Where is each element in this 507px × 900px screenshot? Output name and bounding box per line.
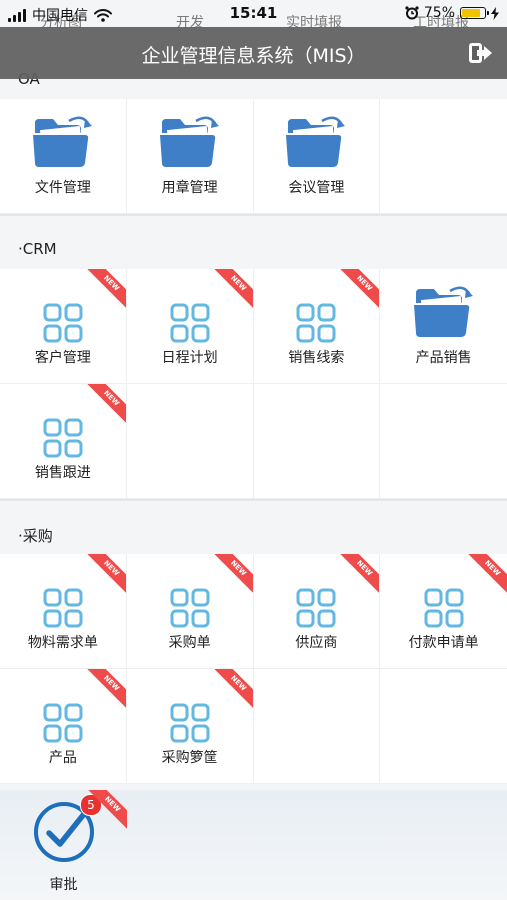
- battery-icon: [460, 7, 489, 19]
- menu-item-label: 文件管理: [34, 180, 91, 196]
- menu-item-label: 供应商: [295, 635, 338, 651]
- menu-item-label: 采购单: [168, 635, 211, 651]
- grid-icon: [43, 588, 83, 628]
- menu-item-purchase-order[interactable]: NEW 采购单: [126, 554, 254, 669]
- grid-icon: [170, 303, 210, 343]
- logout-icon[interactable]: [467, 41, 493, 65]
- menu-item-file-management[interactable]: 文件管理: [0, 99, 127, 214]
- folder-icon: [159, 116, 219, 167]
- new-ribbon: NEW: [84, 554, 126, 596]
- menu-item-product[interactable]: NEW 产品: [0, 669, 127, 784]
- empty-cell: [126, 384, 254, 499]
- status-bar: 中国电信 15:41 75%: [0, 0, 507, 28]
- menu-item-schedule-plan[interactable]: NEW 日程计划: [126, 269, 254, 384]
- grid-icon: [170, 588, 210, 628]
- empty-cell: [253, 384, 381, 499]
- menu-item-payment-request[interactable]: NEW 付款申请单: [380, 554, 507, 669]
- battery-percent: 75%: [423, 5, 455, 21]
- new-ribbon: NEW: [210, 269, 253, 311]
- new-ribbon: NEW: [210, 554, 253, 596]
- grid-icon: [43, 418, 83, 458]
- empty-cell: [380, 99, 507, 214]
- menu-item-label: 产品: [48, 750, 77, 766]
- approval-label: 审批: [49, 877, 78, 893]
- grid-icon: [296, 303, 336, 343]
- menu-item-label: 会议管理: [288, 180, 345, 196]
- approval-button[interactable]: 5 NEW 审批: [0, 790, 127, 900]
- new-ribbon: NEW: [84, 269, 126, 311]
- page-title: 企业管理信息系统（MIS）: [141, 45, 366, 67]
- new-ribbon: NEW: [337, 554, 380, 596]
- menu-item-label: 采购箩筐: [161, 750, 218, 766]
- menu-item-label: 物料需求单: [27, 635, 98, 651]
- new-ribbon: NEW: [465, 554, 507, 596]
- menu-item-material-requirement[interactable]: NEW 物料需求单: [0, 554, 127, 669]
- menu-item-sales-leads[interactable]: NEW 销售线索: [253, 269, 381, 384]
- menu-item-label: 付款申请单: [408, 635, 479, 651]
- section-title-crm: ·CRM: [18, 240, 57, 258]
- menu-item-sales-followup[interactable]: NEW 销售跟进: [0, 384, 127, 499]
- menu-item-purchase-basket[interactable]: NEW 采购箩筐: [126, 669, 254, 784]
- new-ribbon: NEW: [84, 384, 126, 426]
- folder-icon: [413, 286, 473, 337]
- app-header: 企业管理信息系统（MIS）: [0, 27, 507, 79]
- menu-item-label: 销售跟进: [34, 465, 91, 481]
- menu-item-customer-management[interactable]: NEW 客户管理: [0, 269, 127, 384]
- menu-item-label: 产品销售: [415, 350, 472, 366]
- empty-cell: [380, 384, 507, 499]
- grid-icon: [424, 588, 464, 628]
- grid-icon: [43, 703, 83, 743]
- new-ribbon: NEW: [84, 669, 126, 711]
- menu-item-supplier[interactable]: NEW 供应商: [253, 554, 381, 669]
- section-title-purchase: ·采购: [18, 527, 53, 545]
- grid-icon: [43, 303, 83, 343]
- bottom-bar: 5 NEW 审批: [0, 790, 507, 900]
- charging-icon: [491, 6, 499, 20]
- purchase-grid: NEW 物料需求单 NEW 采购单 NEW 供应商 NEW 付款申请单 NEW 产品 NE…: [0, 554, 507, 784]
- empty-cell: [253, 669, 381, 784]
- menu-item-seal-management[interactable]: 用章管理: [126, 99, 254, 214]
- menu-item-label: 销售线索: [288, 350, 345, 366]
- folder-icon: [32, 116, 92, 167]
- crm-grid: NEW 客户管理 NEW 日程计划 NEW 销售线索 产品销售 NEW 销售跟进: [0, 269, 507, 499]
- alarm-icon: [405, 6, 419, 20]
- section-divider: [0, 499, 507, 501]
- menu-item-label: 日程计划: [161, 350, 218, 366]
- new-ribbon: NEW: [210, 669, 253, 711]
- grid-icon: [296, 588, 336, 628]
- grid-icon: [170, 703, 210, 743]
- section-divider: [0, 214, 507, 216]
- folder-icon: [286, 116, 346, 167]
- new-ribbon: NEW: [337, 269, 380, 311]
- menu-item-product-sales[interactable]: 产品销售: [380, 269, 507, 384]
- oa-grid: 文件管理 用章管理 会议管理: [0, 99, 507, 214]
- menu-item-label: 客户管理: [34, 350, 91, 366]
- menu-item-label: 用章管理: [161, 180, 218, 196]
- empty-cell: [380, 669, 507, 784]
- menu-item-meeting-management[interactable]: 会议管理: [253, 99, 381, 214]
